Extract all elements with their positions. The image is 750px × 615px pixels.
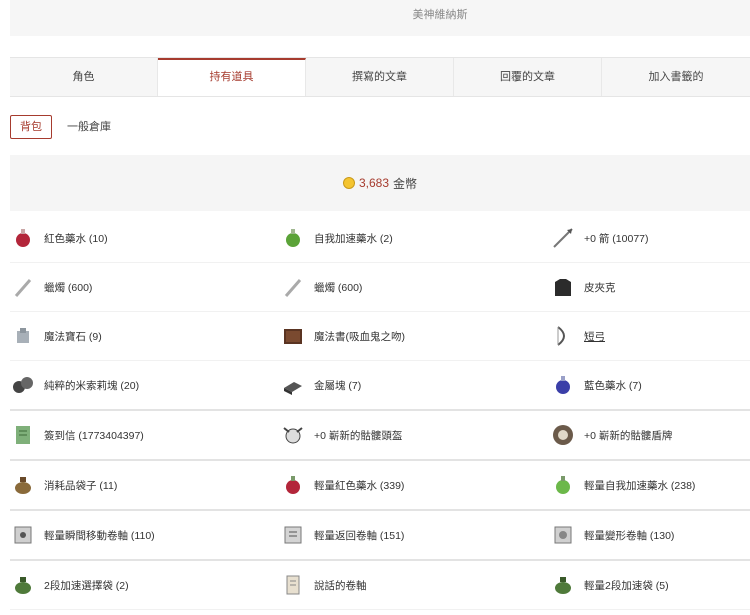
item-blue-potion[interactable]: 藍色藥水 (7) xyxy=(550,372,750,398)
light-red-potion-icon xyxy=(280,472,306,498)
item-skull-helmet[interactable]: +0 嶄新的骷髏頭盔 xyxy=(280,422,550,448)
tab-items[interactable]: 持有道具 xyxy=(158,58,307,96)
item-label: 蠟燭 (600) xyxy=(44,281,93,294)
item-short-bow[interactable]: 短弓 xyxy=(550,323,750,349)
item-label: 皮夾克 xyxy=(584,281,616,294)
item-row: 2段加速選擇袋 (2) 說話的卷軸 輕量2段加速袋 (5) xyxy=(10,561,750,610)
item-mithril[interactable]: 純粹的米索莉塊 (20) xyxy=(10,372,280,398)
item-label: 輕量2段加速袋 (5) xyxy=(584,579,669,592)
item-row: 紅色藥水 (10) 自我加速藥水 (2) +0 箭 (10077) xyxy=(10,214,750,263)
tab-backpack[interactable]: 背包 xyxy=(10,115,52,139)
leather-jacket-icon xyxy=(550,274,576,300)
item-spellbook[interactable]: 魔法書(吸血鬼之吻) xyxy=(280,323,550,349)
item-consumable-bag[interactable]: 消耗品袋子 (11) xyxy=(10,472,280,498)
item-label: 自我加速藥水 (2) xyxy=(314,232,393,245)
speech-scroll-icon xyxy=(280,572,306,598)
character-name xyxy=(340,0,460,2)
item-label: 魔法寶石 (9) xyxy=(44,330,102,343)
item-polymorph-scroll[interactable]: 輕量變形卷軸 (130) xyxy=(550,522,750,548)
consumable-bag-icon xyxy=(10,472,36,498)
short-bow-icon xyxy=(550,323,576,349)
storage-tabs: 背包 一般倉庫 xyxy=(10,115,126,139)
item-label: 輕量自我加速藥水 (238) xyxy=(584,479,696,492)
item-light-red-potion[interactable]: 輕量紅色藥水 (339) xyxy=(280,472,550,498)
item-row: 蠟燭 (600) 蠟燭 (600) 皮夾克 xyxy=(10,263,750,312)
profile-tabs: 角色 持有道具 撰寫的文章 回覆的文章 加入書籤的 xyxy=(10,57,750,97)
item-label: 簽到信 (1773404397) xyxy=(44,429,144,442)
item-label: 輕量瞬間移動卷軸 (110) xyxy=(44,529,155,542)
haste-select-bag-icon xyxy=(10,572,36,598)
magic-stone-icon xyxy=(10,323,36,349)
metal-block-icon xyxy=(280,372,306,398)
item-signin-letter[interactable]: 簽到信 (1773404397) xyxy=(10,422,280,448)
item-label: 輕量返回卷軸 (151) xyxy=(314,529,405,542)
item-candle[interactable]: 蠟燭 (600) xyxy=(280,274,550,300)
item-magic-stone[interactable]: 魔法寶石 (9) xyxy=(10,323,280,349)
item-label: +0 箭 (10077) xyxy=(584,232,649,245)
item-haste-bag[interactable]: 輕量2段加速袋 (5) xyxy=(550,572,750,598)
item-label: 魔法書(吸血鬼之吻) xyxy=(314,330,405,343)
item-teleport-scroll[interactable]: 輕量瞬間移動卷軸 (110) xyxy=(10,522,280,548)
server-name: 美神維納斯 xyxy=(412,9,468,21)
item-row: 消耗品袋子 (11) 輕量紅色藥水 (339) 輕量自我加速藥水 (238) xyxy=(10,461,750,511)
tab-warehouse[interactable]: 一般倉庫 xyxy=(58,116,120,138)
spellbook-icon xyxy=(280,323,306,349)
item-arrow[interactable]: +0 箭 (10077) xyxy=(550,225,750,251)
arrow-icon xyxy=(550,225,576,251)
teleport-scroll-icon xyxy=(10,522,36,548)
item-leather-jacket[interactable]: 皮夾克 xyxy=(550,274,750,300)
item-label: 說話的卷軸 xyxy=(314,579,367,592)
character-header: 美神維納斯 xyxy=(10,0,750,36)
polymorph-scroll-icon xyxy=(550,522,576,548)
light-green-potion-icon xyxy=(550,472,576,498)
item-light-haste-potion[interactable]: 輕量自我加速藥水 (238) xyxy=(550,472,750,498)
skull-shield-icon xyxy=(550,422,576,448)
item-label: +0 嶄新的骷髏盾牌 xyxy=(584,429,673,442)
tab-bookmarks[interactable]: 加入書籤的 xyxy=(602,58,750,96)
haste-bag-icon xyxy=(550,572,576,598)
item-label: 短弓 xyxy=(584,330,605,343)
mithril-ore-icon xyxy=(10,372,36,398)
item-label: 純粹的米索莉塊 (20) xyxy=(44,379,140,392)
tab-replies[interactable]: 回覆的文章 xyxy=(454,58,603,96)
coin-icon xyxy=(342,177,355,189)
tab-posts[interactable]: 撰寫的文章 xyxy=(306,58,455,96)
blue-potion-icon xyxy=(550,372,576,398)
item-red-potion[interactable]: 紅色藥水 (10) xyxy=(10,225,280,251)
return-scroll-icon xyxy=(280,522,306,548)
item-label: 消耗品袋子 (11) xyxy=(44,479,118,492)
item-speech-scroll[interactable]: 說話的卷軸 xyxy=(280,572,550,598)
item-candle[interactable]: 蠟燭 (600) xyxy=(10,274,280,300)
item-label: 金屬塊 (7) xyxy=(314,379,362,392)
item-label: 藍色藥水 (7) xyxy=(584,379,642,392)
signin-letter-icon xyxy=(10,422,36,448)
item-label: 2段加速選擇袋 (2) xyxy=(44,579,129,592)
gold-amount: 3,683 xyxy=(358,176,389,190)
gold-unit: 金幣 xyxy=(393,176,418,191)
item-label: 紅色藥水 (10) xyxy=(44,232,108,245)
item-row: 純粹的米索莉塊 (20) 金屬塊 (7) 藍色藥水 (7) xyxy=(10,361,750,411)
item-row: 簽到信 (1773404397) +0 嶄新的骷髏頭盔 +0 嶄新的骷髏盾牌 xyxy=(10,411,750,461)
item-haste-select-bag[interactable]: 2段加速選擇袋 (2) xyxy=(10,572,280,598)
item-label: 蠟燭 (600) xyxy=(314,281,363,294)
item-grid: 紅色藥水 (10) 自我加速藥水 (2) +0 箭 (10077) 蠟燭 (60… xyxy=(10,214,750,610)
item-row: 魔法寶石 (9) 魔法書(吸血鬼之吻) 短弓 xyxy=(10,312,750,361)
item-label: 輕量變形卷軸 (130) xyxy=(584,529,675,542)
item-skull-shield[interactable]: +0 嶄新的骷髏盾牌 xyxy=(550,422,750,448)
skull-helmet-icon xyxy=(280,422,306,448)
item-label: +0 嶄新的骷髏頭盔 xyxy=(314,429,403,442)
green-potion-icon xyxy=(280,225,306,251)
red-potion-icon xyxy=(10,225,36,251)
candle-icon xyxy=(280,274,306,300)
item-return-scroll[interactable]: 輕量返回卷軸 (151) xyxy=(280,522,550,548)
item-haste-potion[interactable]: 自我加速藥水 (2) xyxy=(280,225,550,251)
gold-panel: 3,683 金幣 xyxy=(10,155,750,211)
item-row: 輕量瞬間移動卷軸 (110) 輕量返回卷軸 (151) 輕量變形卷軸 (130) xyxy=(10,511,750,561)
item-label: 輕量紅色藥水 (339) xyxy=(314,479,405,492)
tab-character[interactable]: 角色 xyxy=(10,58,159,96)
item-metal-block[interactable]: 金屬塊 (7) xyxy=(280,372,550,398)
candle-icon xyxy=(10,274,36,300)
